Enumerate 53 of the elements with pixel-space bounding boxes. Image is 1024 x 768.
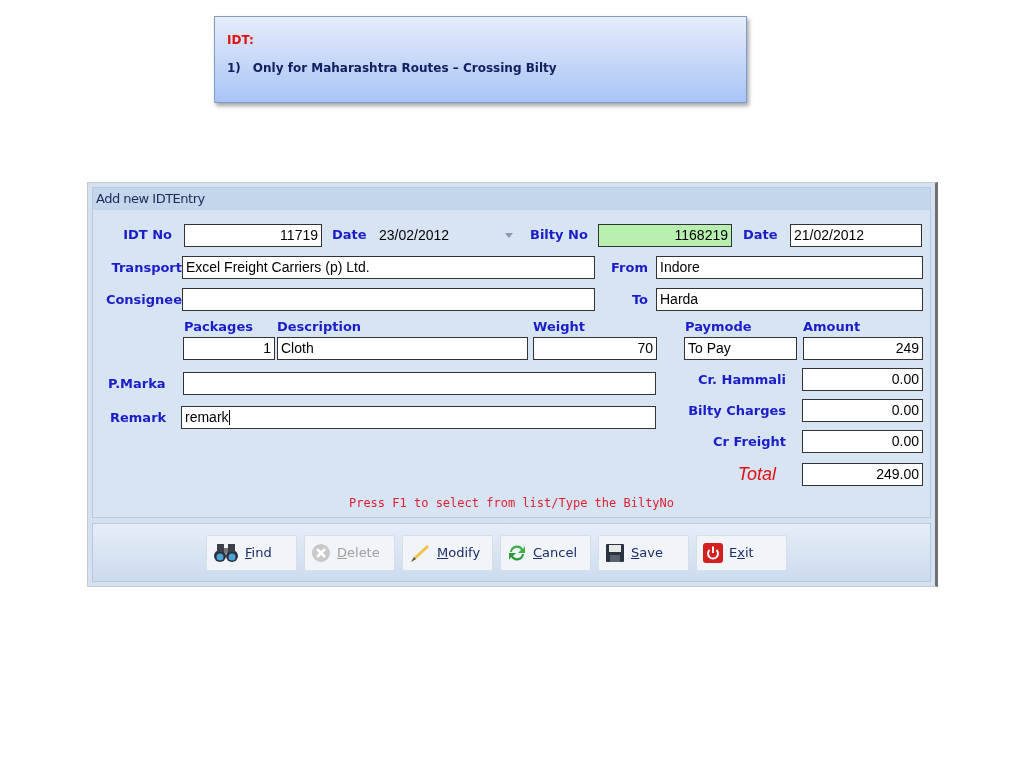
field-label: Paymode <box>685 317 753 336</box>
input-field[interactable] <box>183 372 656 395</box>
field-label: To <box>630 290 648 309</box>
field-label: Packages <box>184 317 254 336</box>
field-label: IDT No <box>122 226 172 245</box>
field-label: Amount <box>803 317 862 336</box>
input-field[interactable] <box>182 288 595 311</box>
input-field[interactable]: Harda <box>656 288 923 311</box>
input-field[interactable]: To Pay <box>684 337 797 360</box>
field-label: Bilty Charges <box>687 401 786 420</box>
field-label: Date <box>332 226 368 245</box>
list-number: 1) <box>227 60 241 77</box>
field-label: Consignee <box>104 290 182 309</box>
field-label: Transport <box>110 258 182 277</box>
field-label: Weight <box>533 317 586 336</box>
cancel-button[interactable]: Cancel <box>500 534 591 571</box>
power-icon <box>703 542 723 563</box>
input-field[interactable]: 249 <box>803 337 923 360</box>
text-cursor <box>228 410 230 425</box>
dropdown-arrow-icon <box>505 232 513 238</box>
field-label: Remark <box>110 408 168 427</box>
find-button[interactable]: Find <box>206 534 297 571</box>
field-label: Cr. Hammali <box>697 370 786 389</box>
field-label: Cr Freight <box>712 432 786 451</box>
note-title: IDT: <box>227 32 255 49</box>
input-field[interactable]: Excel Freight Carriers (p) Ltd. <box>182 256 595 279</box>
pencil-icon <box>409 542 431 563</box>
input-field[interactable]: Indore <box>656 256 923 279</box>
input-field[interactable]: 0.00 <box>802 368 923 391</box>
field-label: P.Marka <box>108 374 167 393</box>
note-text: Only for Maharashtra Routes – Crossing Bilty <box>252 60 557 77</box>
input-field[interactable]: 0.00 <box>802 399 923 422</box>
input-field[interactable]: 1 <box>183 337 275 360</box>
total-label: Total <box>736 463 776 486</box>
input-field[interactable]: 11719 <box>184 223 322 247</box>
input-field[interactable]: remark <box>181 406 656 429</box>
field-label: Date <box>743 226 779 245</box>
input-field[interactable]: 249.00 <box>802 463 923 486</box>
binoculars-icon <box>213 541 239 564</box>
input-field[interactable]: Cloth <box>277 337 528 360</box>
input-field[interactable]: 0.00 <box>802 430 923 453</box>
field-label: Bilty No <box>530 226 589 245</box>
hint-text: Press F1 to select from list/Type the BiltyNo <box>347 495 676 512</box>
input-field[interactable]: 70 <box>533 337 657 360</box>
modify-button[interactable]: Modify <box>402 534 493 571</box>
exit-button[interactable]: Exit <box>696 534 787 571</box>
save-button[interactable]: Save <box>598 534 689 571</box>
close-icon <box>311 542 331 563</box>
input-field[interactable]: 21/02/2012 <box>790 223 922 247</box>
field-label: From <box>610 258 648 277</box>
window-title: Add new IDTEntry <box>93 188 930 210</box>
input-field[interactable]: 1168219 <box>598 223 732 247</box>
field-label: Description <box>277 317 363 336</box>
